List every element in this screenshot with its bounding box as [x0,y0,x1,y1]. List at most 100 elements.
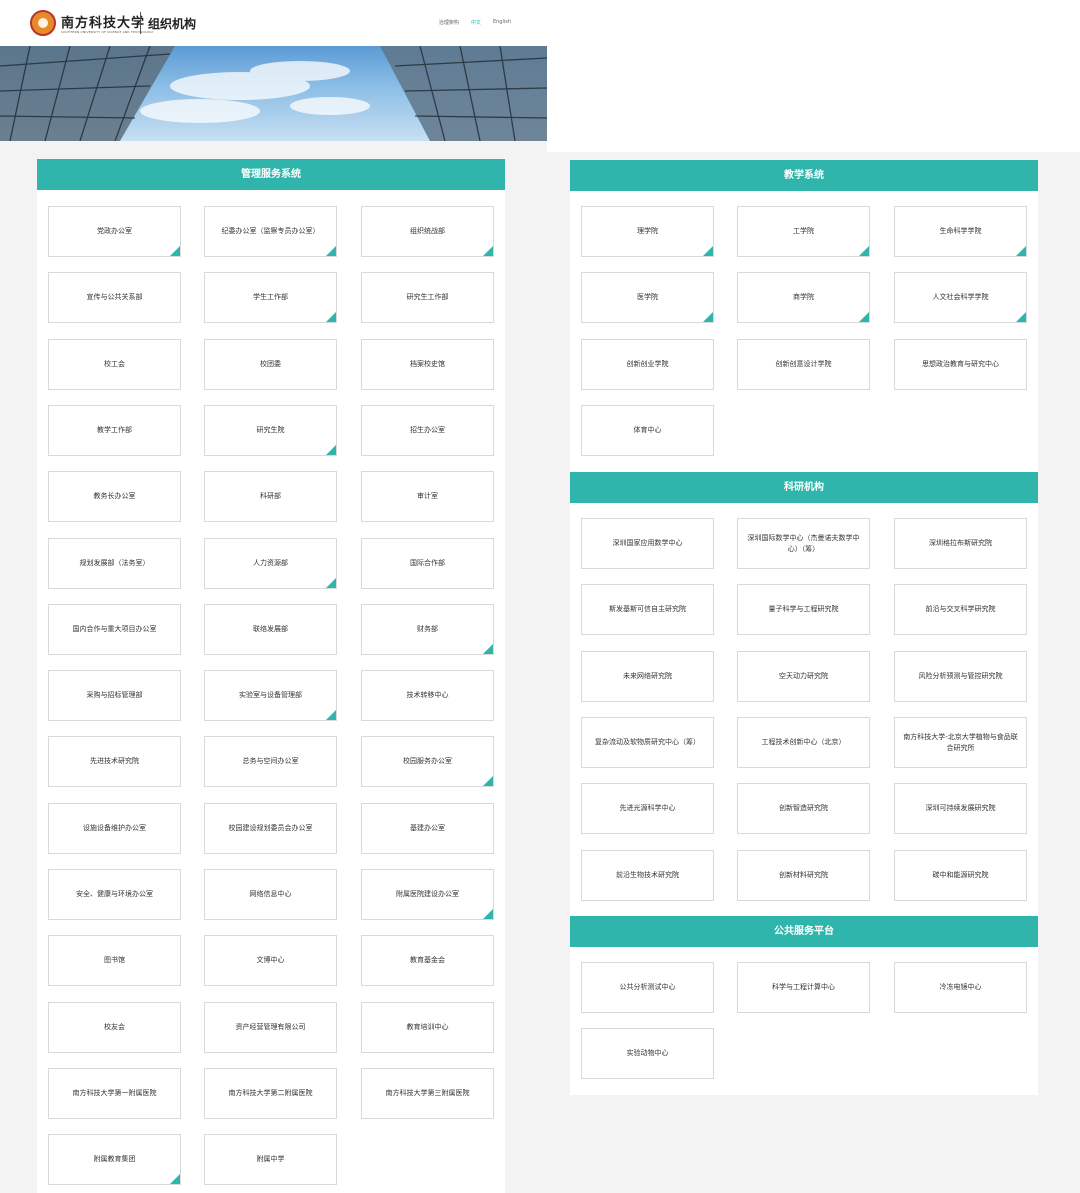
research-card[interactable]: 创新材料研究院 [737,850,870,901]
admin-card[interactable]: 组织统战部 [361,206,494,257]
teaching-card[interactable]: 体育中心 [581,405,714,456]
card-label: 校园建设规划委员会办公室 [228,824,313,832]
card-label: 前沿生物技术研究院 [616,871,679,879]
card-label: 南方科技大学第二附属医院 [228,1089,313,1097]
admin-card[interactable]: 网络信息中心 [204,869,337,920]
research-card[interactable]: 创新智造研究院 [737,783,870,834]
card-label: 思想政治教育与研究中心 [922,360,999,368]
research-card[interactable]: 深圳国际数学中心（杰曼诺夫数学中心）（筹） [737,518,870,569]
card-label: 公共分析测试中心 [619,983,676,991]
research-card[interactable]: 深圳格拉布斯研究院 [894,518,1027,569]
page-title: 组织机构 [148,17,197,31]
admin-card[interactable]: 教育基金会 [361,935,494,986]
nav-english[interactable]: English [493,19,511,26]
admin-card[interactable]: 南方科技大学第三附属医院 [361,1068,494,1119]
teaching-card[interactable]: 工学院 [737,206,870,257]
research-card[interactable]: 前沿生物技术研究院 [581,850,714,901]
university-logo-icon[interactable] [30,10,56,36]
right-panel: 教学系统 理学院 工学院 生命科学学院 医学院 商学院 人文社会科学学院 创新创业学院 创新创… [570,160,1038,1095]
nav-chinese[interactable]: 中文 [471,19,481,26]
teaching-card[interactable]: 商学院 [737,272,870,323]
admin-card[interactable]: 采购与招标管理部 [48,670,181,721]
card-label: 深圳格拉布斯研究院 [929,539,992,547]
admin-card[interactable]: 附属中学 [204,1134,337,1185]
teaching-card[interactable]: 创新创业学院 [581,339,714,390]
admin-card[interactable]: 资产经营管理有限公司 [204,1002,337,1053]
teaching-card[interactable]: 理学院 [581,206,714,257]
admin-card[interactable]: 教育培训中心 [361,1002,494,1053]
card-label: 创新创意设计学院 [775,360,832,368]
admin-card[interactable]: 校工会 [48,339,181,390]
research-card[interactable]: 前沿与交叉科学研究院 [894,584,1027,635]
nav-governance[interactable]: 治理架构 [439,19,459,26]
teaching-card[interactable]: 人文社会科学学院 [894,272,1027,323]
card-label: 档案校史馆 [410,360,445,368]
teaching-card[interactable]: 创新创意设计学院 [737,339,870,390]
admin-card[interactable]: 档案校史馆 [361,339,494,390]
admin-card[interactable]: 校团委 [204,339,337,390]
admin-card[interactable]: 联络发展部 [204,604,337,655]
research-card[interactable]: 风险分析预测与管控研究院 [894,651,1027,702]
admin-card[interactable]: 招生办公室 [361,405,494,456]
admin-card[interactable]: 科研部 [204,471,337,522]
research-card[interactable]: 未来网络研究院 [581,651,714,702]
admin-card[interactable]: 教务长办公室 [48,471,181,522]
admin-panel: 管理服务系统 党政办公室 纪委办公室（监察专员办公室） 组织统战部 宣传与公共关系部 学… [37,159,505,1193]
research-card[interactable]: 南方科技大学-北京大学植物与食品联合研究所 [894,717,1027,768]
admin-card[interactable]: 教学工作部 [48,405,181,456]
admin-card[interactable]: 基建办公室 [361,803,494,854]
teaching-card[interactable]: 医学院 [581,272,714,323]
admin-card[interactable]: 人力资源部 [204,538,337,589]
research-card[interactable]: 先进光源科学中心 [581,783,714,834]
admin-card[interactable]: 财务部 [361,604,494,655]
admin-card[interactable]: 附属教育集团 [48,1134,181,1185]
admin-card[interactable]: 国际合作部 [361,538,494,589]
admin-card[interactable]: 校友会 [48,1002,181,1053]
admin-card[interactable]: 先进技术研究院 [48,736,181,787]
admin-card[interactable]: 南方科技大学第二附属医院 [204,1068,337,1119]
card-label: 技术转移中心 [406,691,449,699]
admin-card[interactable]: 党政办公室 [48,206,181,257]
card-label: 实验动物中心 [626,1049,669,1057]
school-name[interactable]: 南方科技大学 [61,12,145,31]
admin-card[interactable]: 校园建设规划委员会办公室 [204,803,337,854]
admin-card[interactable]: 图书馆 [48,935,181,986]
admin-card[interactable]: 附属医院建设办公室 [361,869,494,920]
public-card[interactable]: 科学与工程计算中心 [737,962,870,1013]
admin-card[interactable]: 技术转移中心 [361,670,494,721]
card-label: 规划发展部（法务室） [79,559,150,567]
teaching-card[interactable]: 生命科学学院 [894,206,1027,257]
admin-card[interactable]: 纪委办公室（监察专员办公室） [204,206,337,257]
admin-card[interactable]: 研究生工作部 [361,272,494,323]
admin-card[interactable]: 国内合作与重大项目办公室 [48,604,181,655]
admin-card[interactable]: 审计室 [361,471,494,522]
card-label: 人文社会科学学院 [932,293,989,301]
public-card[interactable]: 实验动物中心 [581,1028,714,1079]
admin-card[interactable]: 总务与空间办公室 [204,736,337,787]
research-card[interactable]: 量子科学与工程研究院 [737,584,870,635]
admin-card[interactable]: 学生工作部 [204,272,337,323]
admin-card[interactable]: 实验室与设备管理部 [204,670,337,721]
research-card[interactable]: 复杂流动及软物质研究中心（筹） [581,717,714,768]
admin-card[interactable]: 设施设备维护办公室 [48,803,181,854]
research-card[interactable]: 空天动力研究院 [737,651,870,702]
card-label: 工学院 [793,227,814,235]
card-label: 工程技术创新中心（北京） [761,738,846,746]
public-card[interactable]: 冷冻电镜中心 [894,962,1027,1013]
research-card[interactable]: 深圳可持续发展研究院 [894,783,1027,834]
research-card[interactable]: 深圳国家应用数学中心 [581,518,714,569]
research-card[interactable]: 斯发基斯可信自主研究院 [581,584,714,635]
admin-card[interactable]: 规划发展部（法务室） [48,538,181,589]
admin-card[interactable]: 南方科技大学第一附属医院 [48,1068,181,1119]
admin-card[interactable]: 宣传与公共关系部 [48,272,181,323]
admin-card[interactable]: 研究生院 [204,405,337,456]
research-card[interactable]: 碳中和能源研究院 [894,850,1027,901]
admin-card[interactable]: 校园服务办公室 [361,736,494,787]
teaching-card[interactable]: 思想政治教育与研究中心 [894,339,1027,390]
admin-card[interactable]: 安全、健康与环境办公室 [48,869,181,920]
card-label: 联络发展部 [253,625,288,633]
admin-card[interactable]: 文博中心 [204,935,337,986]
header-banner-image [0,46,547,141]
research-card[interactable]: 工程技术创新中心（北京） [737,717,870,768]
public-card[interactable]: 公共分析测试中心 [581,962,714,1013]
